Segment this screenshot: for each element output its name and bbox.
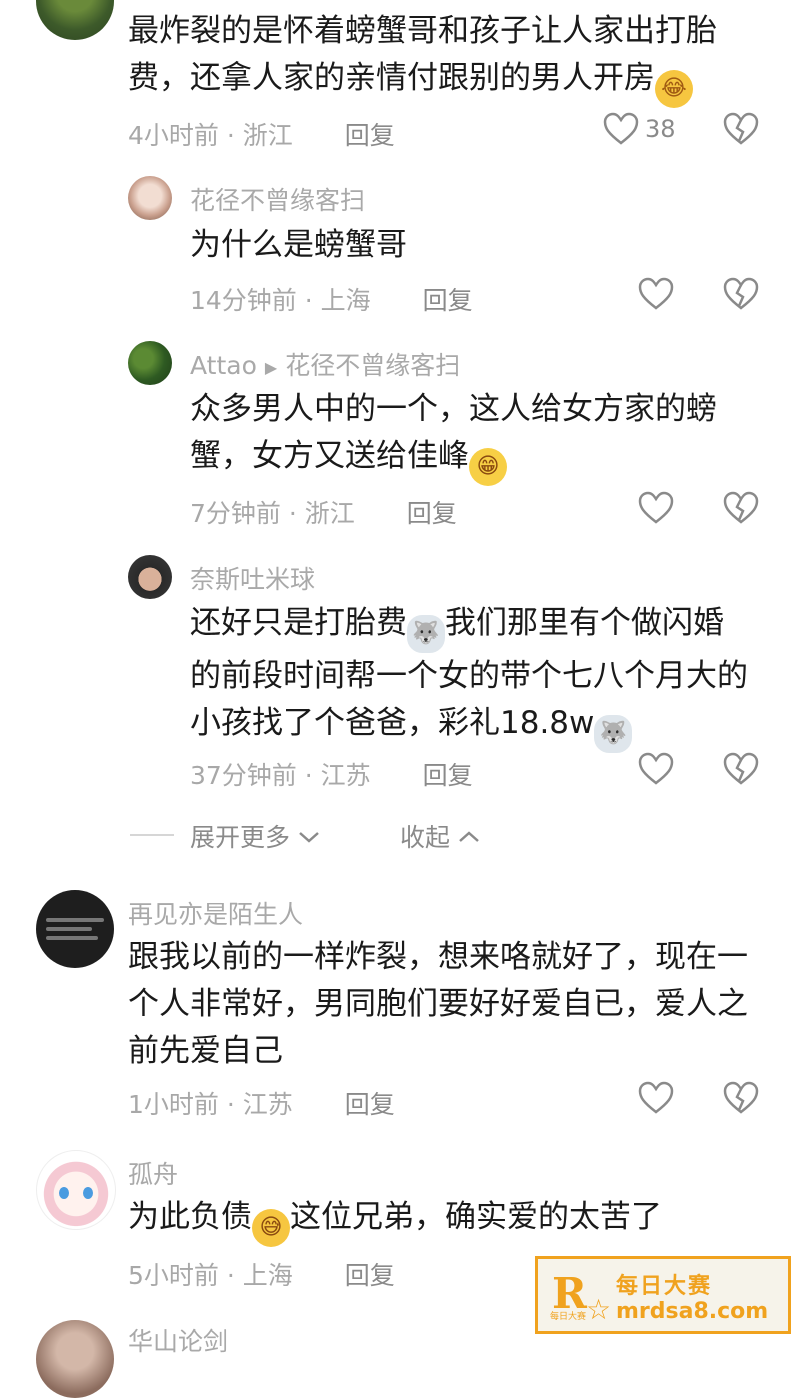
- reply-button[interactable]: 回复: [423, 761, 473, 790]
- like-count: 38: [645, 115, 676, 143]
- comment-meta: 1小时前 · 江苏 回复: [128, 1090, 395, 1119]
- reply-button[interactable]: 回复: [345, 121, 395, 150]
- reply-to-username[interactable]: 花径不曾缘客扫: [285, 351, 460, 380]
- broken-heart-icon[interactable]: [723, 491, 759, 525]
- username-line: Attao ▶ 花径不曾缘客扫: [190, 346, 460, 382]
- watermark-logo: R ☆ 每日大赛 每日大赛 mrdsa8.com: [535, 1256, 791, 1334]
- comment-meta: 4小时前 · 浙江 回复: [128, 121, 395, 150]
- broken-heart-icon[interactable]: [723, 752, 759, 786]
- avatar[interactable]: [128, 555, 172, 599]
- avatar[interactable]: [128, 176, 172, 220]
- comment-text: 最炸裂的是怀着螃蟹哥和孩子让人家出打胎 费，还拿人家的亲情付跟别的男人开房 😂: [128, 8, 717, 108]
- username[interactable]: 奈斯吐米球: [190, 560, 315, 596]
- sweat-smile-emoji: 😅: [252, 1209, 290, 1247]
- avatar[interactable]: [36, 0, 114, 40]
- heart-icon: [603, 112, 639, 145]
- reply-arrow-icon: ▶: [264, 357, 278, 377]
- reply-button[interactable]: 回复: [345, 1090, 395, 1119]
- comment-text: 还好只是打胎费 🐺 我们那里有个做闪婚 的前段时间帮一个女的带个七八个月大的 小孩找…: [190, 600, 748, 753]
- username[interactable]: 花径不曾缘客扫: [190, 181, 365, 217]
- reply-button[interactable]: 回复: [407, 499, 457, 528]
- comment-meta: 14分钟前 · 上海 回复: [190, 286, 473, 315]
- broken-heart-icon[interactable]: [723, 277, 759, 311]
- reply-button[interactable]: 回复: [345, 1261, 395, 1290]
- star-icon: ☆: [586, 1293, 612, 1326]
- username[interactable]: 孤舟: [128, 1155, 178, 1191]
- comment-text: 众多男人中的一个，这人给女方家的螃 蟹，女方又送给佳峰 😁: [190, 386, 717, 486]
- dog-emoji: 🐺: [594, 715, 633, 753]
- avatar[interactable]: [36, 1320, 114, 1398]
- username[interactable]: 华山论剑: [128, 1322, 228, 1358]
- broken-heart-icon[interactable]: [723, 112, 759, 146]
- expand-more-button[interactable]: 展开更多: [190, 818, 320, 854]
- comment-meta: 37分钟前 · 江苏 回复: [190, 761, 473, 790]
- grin-emoji: 😁: [469, 448, 507, 486]
- broken-heart-icon[interactable]: [723, 1081, 759, 1115]
- reply-button[interactable]: 回复: [423, 286, 473, 315]
- divider: [130, 834, 174, 836]
- avatar[interactable]: [128, 341, 172, 385]
- avatar[interactable]: [36, 1150, 116, 1230]
- avatar[interactable]: [36, 890, 114, 968]
- collapse-button[interactable]: 收起: [400, 818, 480, 854]
- like-button[interactable]: 38: [603, 112, 676, 146]
- replies-toggle-row: 展开更多 收起: [130, 818, 730, 854]
- comment-text: 为什么是螃蟹哥: [190, 227, 407, 263]
- laughing-crying-emoji: 😂: [655, 70, 693, 108]
- chevron-up-icon: [459, 831, 479, 842]
- dog-emoji: 🐺: [407, 615, 445, 653]
- heart-icon[interactable]: [638, 752, 674, 786]
- heart-icon[interactable]: [638, 277, 674, 311]
- username[interactable]: 再见亦是陌生人: [128, 895, 303, 931]
- comment-text: 跟我以前的一样炸裂，想来咯就好了，现在一 个人非常好，男同胞们要好好爱自已，爱人…: [128, 939, 748, 1069]
- comment-text: 为此负债 😅 这位兄弟，确实爱的太苦了: [128, 1194, 662, 1247]
- heart-icon[interactable]: [638, 491, 674, 525]
- comment-meta: 7分钟前 · 浙江 回复: [190, 499, 457, 528]
- chevron-down-icon: [299, 832, 319, 843]
- heart-icon[interactable]: [638, 1081, 674, 1115]
- username[interactable]: Attao: [190, 351, 257, 380]
- comment-meta: 5小时前 · 上海 回复: [128, 1261, 395, 1290]
